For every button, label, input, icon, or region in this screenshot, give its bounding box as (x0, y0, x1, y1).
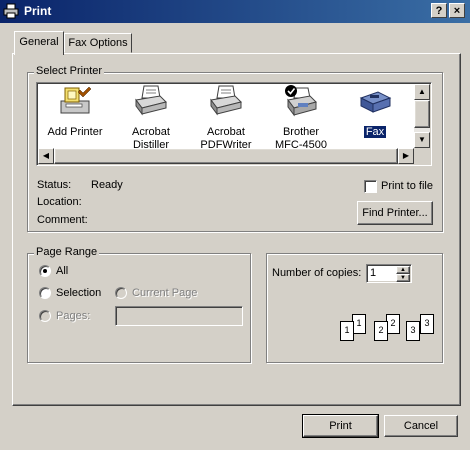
printer-item-acrobat-pdfwriter[interactable]: Acrobat PDFWriter (187, 84, 265, 152)
collate-page: 3 (406, 321, 420, 341)
print-to-file-label[interactable]: Print to file (381, 180, 433, 192)
radio-pages-label: Pages: (56, 310, 91, 322)
printer-name: Acrobat (132, 126, 170, 138)
radio-all[interactable] (39, 265, 51, 277)
page-range-label: Page Range (34, 246, 100, 258)
radio-current-page-label: Current Page (132, 287, 198, 299)
printer-icon (135, 85, 167, 116)
print-button[interactable]: Print (302, 414, 379, 438)
scroll-right-button[interactable]: ▶ (398, 148, 414, 164)
vertical-scroll-thumb[interactable] (414, 100, 430, 128)
number-of-copies-label: Number of copies: (272, 267, 362, 279)
default-printer-icon (285, 85, 317, 117)
scrollbar-corner (414, 148, 430, 164)
radio-all-label[interactable]: All (56, 265, 68, 277)
status-label: Status: (37, 179, 72, 191)
radio-selection-label[interactable]: Selection (56, 287, 101, 299)
radio-current-page (115, 287, 127, 299)
tab-fax-options[interactable]: Fax Options (64, 33, 132, 53)
fax-icon (359, 91, 392, 113)
printer-item-acrobat-distiller[interactable]: Acrobat Distiller (112, 84, 190, 152)
cancel-button[interactable]: Cancel (384, 415, 458, 437)
comment-label: Comment: (37, 214, 88, 226)
collate-page: 2 (374, 321, 388, 341)
title-bar: Print ? × (0, 0, 470, 23)
pages-input (115, 306, 243, 326)
printer-icon (3, 3, 19, 19)
collate-page: 3 (420, 314, 434, 334)
scroll-left-button[interactable]: ◀ (38, 148, 54, 164)
collate-page: 2 (386, 314, 400, 334)
close-button[interactable]: × (449, 3, 465, 18)
find-printer-button[interactable]: Find Printer... (357, 201, 433, 225)
copies-spin-up-button[interactable]: ▲ (396, 266, 410, 274)
printer-item-fax[interactable]: Fax (336, 84, 414, 139)
collate-page: 1 (340, 321, 354, 341)
copies-spin-down-button[interactable]: ▼ (396, 274, 410, 282)
tab-general[interactable]: General (14, 31, 64, 55)
horizontal-scroll-thumb[interactable] (54, 148, 398, 164)
scroll-up-button[interactable]: ▲ (414, 84, 430, 100)
help-button[interactable]: ? (431, 3, 447, 18)
printer-name: Fax (363, 126, 387, 138)
select-printer-label: Select Printer (34, 65, 105, 77)
printer-item-add-printer[interactable]: Add Printer (36, 84, 114, 139)
scroll-down-button[interactable]: ▼ (414, 132, 430, 148)
window-title: Print (24, 4, 52, 18)
print-to-file-checkbox[interactable] (364, 180, 377, 193)
collate-page: 1 (352, 314, 366, 334)
printer-icon (210, 85, 242, 116)
add-printer-icon (60, 86, 92, 114)
radio-selected-dot (43, 269, 47, 273)
printer-name: Brother (282, 126, 320, 138)
location-label: Location: (37, 196, 82, 208)
printer-item-brother-mfc-4500[interactable]: Brother MFC-4500 (262, 84, 340, 152)
radio-selection[interactable] (39, 287, 51, 299)
printer-name: Acrobat (207, 126, 245, 138)
printer-name: Add Printer (47, 126, 103, 138)
radio-pages (39, 310, 51, 322)
status-value: Ready (91, 179, 123, 191)
